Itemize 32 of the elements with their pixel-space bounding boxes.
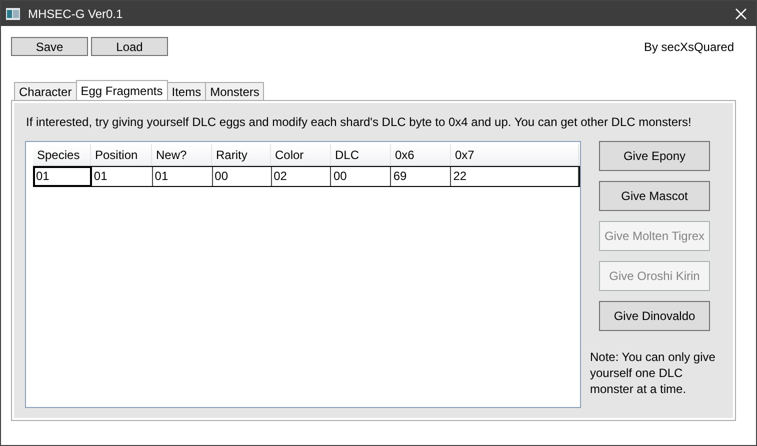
column-header[interactable]: Color xyxy=(271,144,331,165)
column-header[interactable]: 0x6 xyxy=(391,144,451,165)
table-cell[interactable]: 02 xyxy=(272,167,332,186)
tab[interactable]: Monsters xyxy=(205,82,264,100)
tab[interactable]: Items xyxy=(166,82,206,100)
table-cell[interactable]: 01 xyxy=(92,167,153,186)
table-cell[interactable]: 22 xyxy=(451,167,579,186)
column-header[interactable]: DLC xyxy=(331,144,391,165)
tab[interactable]: Egg Fragments xyxy=(76,80,168,100)
table-cell[interactable]: 01 xyxy=(34,167,92,186)
grid-row[interactable]: 01 01 01 00 02 00 69 22 xyxy=(33,166,580,187)
column-header[interactable]: Rarity xyxy=(212,144,271,165)
app-icon xyxy=(6,8,20,20)
table-cell[interactable]: 01 xyxy=(152,167,213,186)
note-text: Note: You can only give yourself one DLC monster at a time. xyxy=(590,349,716,397)
column-header[interactable]: Species xyxy=(33,144,91,165)
hint-text: If interested, try giving yourself DLC eggs and modify each shard's DLC byte to 0x4 and up. You can get other DLC monsters! xyxy=(14,103,733,137)
toolbar-button[interactable]: Save xyxy=(11,37,88,56)
close-icon[interactable] xyxy=(735,8,747,20)
give-button[interactable]: Give Epony xyxy=(599,141,710,171)
column-header[interactable]: New? xyxy=(152,144,212,165)
window-title: MHSEC-G Ver0.1 xyxy=(28,6,123,20)
give-button[interactable]: Give Dinovaldo xyxy=(599,301,710,331)
column-header[interactable]: Position xyxy=(91,144,152,165)
give-button[interactable]: Give Mascot xyxy=(599,181,710,211)
table-cell[interactable]: 00 xyxy=(331,167,392,186)
tab[interactable]: Character xyxy=(14,82,77,100)
table-cell[interactable]: 69 xyxy=(391,167,452,186)
credit-text: By secXsQuared xyxy=(644,40,734,54)
table-cell[interactable]: 00 xyxy=(212,167,272,186)
toolbar-button[interactable]: Load xyxy=(91,37,168,56)
column-header[interactable]: 0x7 xyxy=(451,144,579,165)
